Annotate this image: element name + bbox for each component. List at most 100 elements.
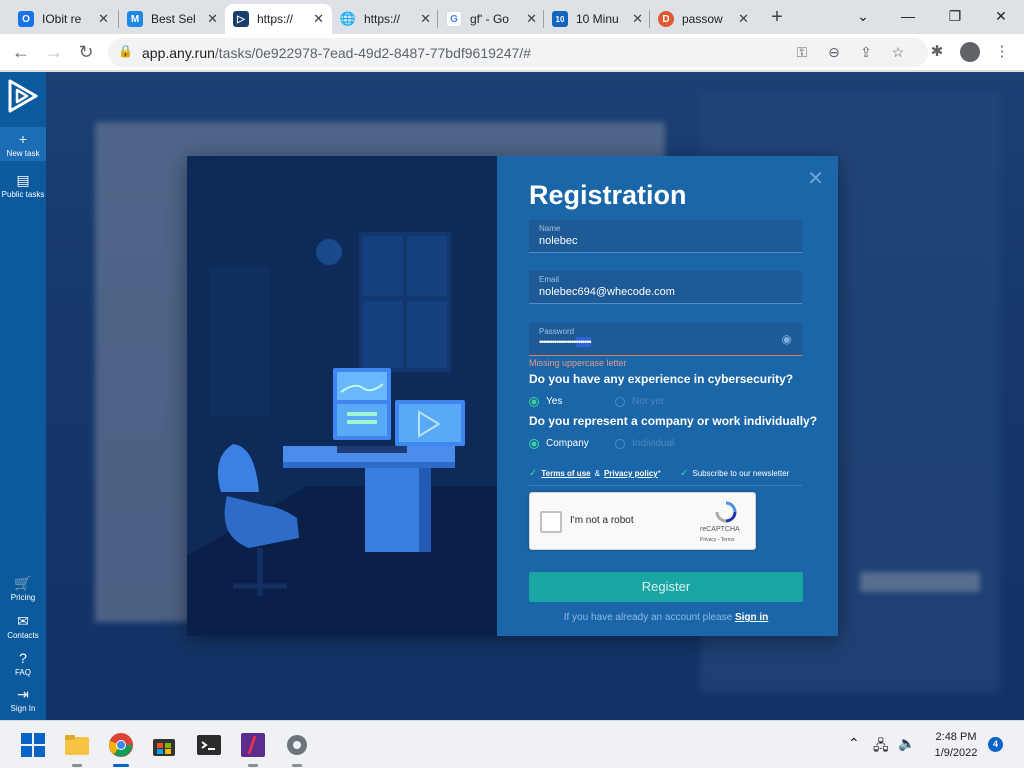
profile-avatar-icon[interactable] [960, 42, 980, 62]
name-field[interactable]: Name nolebec [529, 220, 802, 253]
anyrun-favicon-icon: ▷ [233, 11, 249, 27]
lock-icon[interactable]: 🔒 [118, 44, 133, 58]
tab-close-icon[interactable]: ✕ [632, 11, 643, 27]
store-icon[interactable] [151, 732, 177, 758]
taskbar-active-indicator [113, 764, 129, 767]
email-field[interactable]: Email nolebec694@whecode.com [529, 271, 802, 304]
terms-link[interactable]: Terms of use [541, 469, 590, 478]
recaptcha-links[interactable]: Privacy - Terms [700, 537, 734, 543]
cart-icon: 🛒 [14, 575, 32, 591]
recaptcha-widget: I'm not a robot reCAPTCHA Privacy - Term… [529, 492, 756, 550]
browser-tab[interactable]: M Best Sel ✕ [119, 4, 226, 34]
back-icon[interactable]: ← [9, 40, 33, 64]
share-icon[interactable]: ⇪ [856, 44, 876, 62]
mail-icon: ✉ [17, 613, 29, 629]
taskbar-clock[interactable]: 2:48 PM 1/9/2022 [930, 729, 982, 761]
illustration-graphic [187, 156, 497, 636]
tab-search-icon[interactable]: ⌄ [843, 3, 883, 29]
windows-start-icon[interactable] [20, 732, 46, 758]
address-bar[interactable]: 🔒 app.any.run/tasks/0e922978-7ead-49d2-8… [108, 38, 928, 67]
check-icon: ✓ [680, 468, 689, 479]
radio-dot-icon [529, 396, 539, 407]
sidebar-item-label: Sign In [10, 704, 36, 713]
tab-close-icon[interactable]: ✕ [207, 11, 218, 27]
key-icon[interactable]: ⚿ [792, 44, 812, 62]
tab-close-icon[interactable]: ✕ [738, 11, 749, 27]
sidebar-item-label: Public tasks [1, 190, 45, 199]
restore-icon[interactable]: ❐ [935, 3, 975, 29]
tab-close-icon[interactable]: ✕ [420, 11, 431, 27]
browser-tab[interactable]: O IObit re ✕ [10, 4, 117, 34]
taskbar-running-indicator [292, 764, 302, 767]
eye-icon[interactable]: ◉ [782, 332, 792, 346]
radio-not-yet[interactable]: Not yet [615, 396, 664, 407]
close-window-icon[interactable]: ✕ [981, 3, 1021, 29]
sidebar-item-public-tasks[interactable]: ▤ Public tasks [0, 172, 46, 199]
browser-tab-active[interactable]: ▷ https:// ✕ [225, 4, 332, 34]
document-icon: ▤ [16, 172, 30, 188]
chevron-up-icon[interactable]: ⌃ [848, 735, 860, 752]
browser-tab[interactable]: 🌐 https:// ✕ [332, 4, 439, 34]
duckduckgo-favicon-icon: D [658, 11, 674, 27]
sidebar-item-sign-in[interactable]: ⇥ Sign In [0, 686, 46, 713]
register-button[interactable]: Register [529, 572, 803, 602]
anyrun-logo-icon[interactable] [7, 78, 39, 114]
tab-close-icon[interactable]: ✕ [526, 11, 537, 27]
radio-dot-icon [529, 438, 539, 449]
close-icon[interactable]: ✕ [807, 166, 824, 191]
tab-close-icon[interactable]: ✕ [313, 11, 324, 27]
divider [529, 485, 802, 486]
url-text[interactable]: app.any.run/tasks/0e922978-7ead-49d2-848… [142, 45, 531, 61]
terminal-icon[interactable] [196, 732, 222, 758]
newsletter-checkbox[interactable]: ✓ Subscribe to our newsletter [680, 468, 789, 479]
terms-checkbox[interactable]: ✓ Terms of use & Privacy policy * [529, 468, 661, 479]
extensions-icon[interactable]: ✱ [926, 41, 948, 63]
clock-date: 1/9/2022 [934, 747, 978, 759]
settings-gear-icon[interactable] [284, 732, 310, 758]
zoom-icon[interactable]: ⊖ [824, 44, 844, 62]
notification-badge[interactable]: 4 [988, 737, 1003, 752]
bookmark-star-icon[interactable]: ☆ [888, 44, 908, 62]
radio-dot-icon [615, 438, 625, 449]
radio-yes[interactable]: Yes [529, 396, 562, 407]
signin-link[interactable]: Sign in [735, 612, 768, 623]
minimize-icon[interactable]: — [888, 3, 928, 29]
help-icon: ? [19, 650, 27, 666]
plus-icon: + [18, 131, 28, 147]
recaptcha-brand: reCAPTCHA [700, 526, 740, 533]
radio-company[interactable]: Company [529, 438, 589, 449]
network-icon[interactable]: 🖧 [873, 735, 889, 759]
sidebar-item-new-task[interactable]: + New task [0, 127, 46, 161]
reload-icon[interactable]: ↻ [74, 40, 98, 64]
password-field[interactable]: Password •••••••••••••••••••••••• ◉ [529, 323, 802, 356]
menu-kebab-icon[interactable]: ⋮ [991, 41, 1013, 63]
bestsellers-favicon-icon: M [127, 11, 143, 27]
sidebar-item-contacts[interactable]: ✉ Contacts [0, 613, 46, 640]
browser-tab[interactable]: G gf' - Go ✕ [438, 4, 545, 34]
taskbar-running-indicator [248, 764, 258, 767]
sidebar-item-faq[interactable]: ? FAQ [0, 650, 46, 677]
terms-ampersand: & [594, 469, 600, 478]
taskbar-running-indicator [72, 764, 82, 767]
chrome-icon[interactable] [108, 732, 134, 758]
privacy-link[interactable]: Privacy policy [604, 469, 658, 478]
sidebar-item-pricing[interactable]: 🛒 Pricing [0, 575, 46, 602]
new-tab-icon[interactable]: + [765, 5, 789, 29]
password-masked-value: •••••••••••••••••••••••• [539, 337, 592, 347]
already-account-text: If you have already an account please [563, 612, 733, 623]
file-explorer-icon[interactable] [64, 732, 90, 758]
editor-icon[interactable] [240, 732, 266, 758]
cybersecurity-question: Do you have any experience in cybersecur… [529, 372, 794, 386]
forward-icon[interactable]: → [42, 40, 66, 64]
speaker-icon[interactable]: 🔈 [898, 735, 915, 752]
email-value: nolebec694@whecode.com [539, 286, 675, 298]
browser-tab[interactable]: D passow ✕ [650, 4, 757, 34]
radio-dot-icon [615, 396, 625, 407]
recaptcha-checkbox[interactable] [540, 511, 562, 533]
iobit-favicon-icon: O [18, 11, 34, 27]
radio-individual[interactable]: Individual [615, 438, 674, 449]
tab-close-icon[interactable]: ✕ [98, 11, 109, 27]
browser-tab[interactable]: 10 10 Minu ✕ [544, 4, 651, 34]
workstation-illustration [187, 156, 497, 636]
tab-title: gf' - Go [470, 12, 509, 26]
